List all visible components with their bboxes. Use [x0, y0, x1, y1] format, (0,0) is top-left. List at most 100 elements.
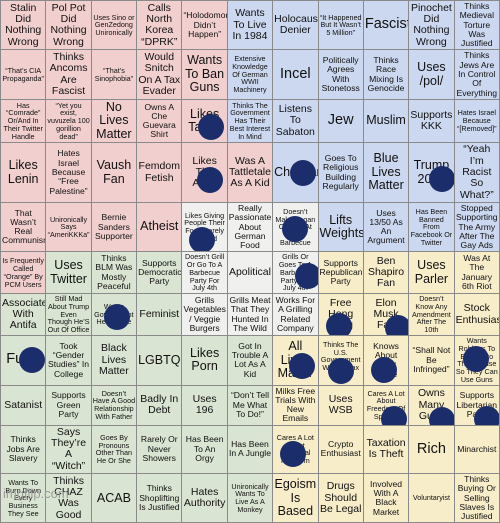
bingo-cell[interactable]: Uses Parler [408, 251, 455, 295]
bingo-cell[interactable]: Knows About Ruby Ridge [362, 335, 410, 386]
bingo-cell[interactable]: Was At The January 6th Riot [453, 251, 500, 295]
bingo-cell[interactable]: Wants To Live In 1984 [226, 0, 274, 51]
bingo-cell[interactable]: Thinks Jobs Are Slavery [0, 424, 47, 475]
bingo-cell[interactable]: Rich [408, 424, 455, 475]
bingo-cell[interactable]: Fascist [362, 0, 410, 51]
bingo-cell[interactable]: Has Been In A Jungle [226, 424, 274, 475]
bingo-cell[interactable]: All Lives Matter [272, 335, 319, 386]
bingo-cell[interactable]: Hates Israel Because “Free Palestine” [45, 142, 92, 203]
bingo-cell[interactable]: Supports Republican Party [317, 251, 364, 295]
bingo-cell[interactable]: Satanist [0, 384, 47, 426]
bingo-cell[interactable]: Elon Musk Fan [362, 293, 410, 337]
bingo-cell[interactable]: Goes To Religious Building Regularly [317, 142, 364, 203]
bingo-cell[interactable]: Minarchist [453, 424, 500, 475]
bingo-cell[interactable]: Pol Pot Did Nothing Wrong [45, 0, 92, 51]
bingo-cell[interactable]: “Shall Not Be Infringed” [408, 335, 455, 386]
bingo-cell[interactable]: Thinks The Government Has Their Best Int… [226, 98, 274, 144]
bingo-cell[interactable]: Would Snitch On A Tax Evader [136, 49, 183, 100]
bingo-cell[interactable]: Really Passionate About German Food [226, 201, 274, 253]
bingo-cell[interactable]: Likes Porn [181, 335, 228, 386]
bingo-cell[interactable]: Black Lives Matter [90, 335, 138, 386]
bingo-cell[interactable]: Thinks Ancoms Are Fascist [45, 49, 92, 100]
bingo-cell[interactable]: Uses 13/50 As An Argument [362, 201, 410, 253]
bingo-cell[interactable]: Uses Sino or GenZedong Unironically [90, 0, 138, 51]
bingo-cell[interactable]: Drugs Should Be Legal [317, 473, 364, 523]
bingo-cell[interactable]: Likes Giving People Their Food Barely Co… [181, 201, 228, 253]
bingo-cell[interactable]: Lifts Weights [317, 201, 364, 253]
bingo-cell[interactable]: Stopped Supporting The Army After The Ga… [453, 201, 500, 253]
bingo-cell[interactable]: Muslim [362, 98, 410, 144]
bingo-cell[interactable]: Politically Agrees With Stonetoss [317, 49, 364, 100]
bingo-cell[interactable]: Feminist [136, 293, 183, 337]
bingo-cell[interactable]: Stalin Did Nothing Wrong [0, 0, 47, 51]
bingo-cell[interactable]: ACAB [90, 473, 138, 523]
bingo-cell[interactable]: Taxation Is Theft [362, 424, 410, 475]
bingo-cell[interactable]: Atheist [136, 201, 183, 253]
bingo-cell[interactable]: Badly In Debt [136, 384, 183, 426]
bingo-cell[interactable]: Unironically Says “AmeriKKKa” [45, 201, 92, 253]
bingo-cell[interactable]: Took “Gender Studies” In College [45, 335, 92, 386]
bingo-cell[interactable]: Grills Meat That They Hunted In The Wild [226, 293, 274, 337]
bingo-cell[interactable]: Doesn’t Have A Good Relationship With Fa… [90, 384, 138, 426]
bingo-cell[interactable]: Was A Tattletale As A Kid [226, 142, 274, 203]
bingo-cell[interactable]: Thinks Medieval Torture Was Justified [453, 0, 500, 51]
bingo-cell[interactable]: “That’s CIA Propaganda” [0, 49, 47, 100]
bingo-cell[interactable]: Cares A Lot About Freedom Of Speech [362, 384, 410, 426]
bingo-cell[interactable]: Grills Or Goes To A Barbecue Party For J… [272, 251, 319, 295]
bingo-cell[interactable]: LGBTQ [136, 335, 183, 386]
bingo-cell[interactable]: Has Been Banned From Facebook Or Twitter [408, 201, 455, 253]
bingo-cell[interactable]: Has “Comrade” Or/And In Their Twitter Ha… [0, 98, 47, 144]
bingo-cell[interactable]: Unironically Wants To Live As A Monkey [226, 473, 274, 523]
bingo-cell[interactable]: Vaush Fan [90, 142, 138, 203]
bingo-cell[interactable]: Doesn’t Grill Or Go To A Barbecue Party … [181, 251, 228, 295]
bingo-cell[interactable]: “Yet you exist, vuvuzela 100 gorillion d… [45, 98, 92, 144]
bingo-cell[interactable]: Supports Libertarian Party [453, 384, 500, 426]
bingo-cell[interactable]: Uses Twitter [45, 251, 92, 295]
bingo-cell[interactable]: Thinks Shoplifting Is Justified [136, 473, 183, 523]
bingo-cell[interactable]: Hates Israel Because “[Removed]” [453, 98, 500, 144]
bingo-cell[interactable]: Uses WSB [317, 384, 364, 426]
bingo-cell[interactable]: Free Hong Kong [317, 293, 364, 337]
bingo-cell[interactable]: Wants Government Healthcare [90, 293, 138, 337]
bingo-cell[interactable]: Blue Lives Matter [362, 142, 410, 203]
bingo-cell[interactable]: Stock Enthusiast [453, 293, 500, 337]
bingo-cell[interactable]: Rarely Or Never Showers [136, 424, 183, 475]
bingo-cell[interactable]: Wants Robbers To Break Into Their House … [453, 335, 500, 386]
bingo-cell[interactable]: Wants To Ban Guns [181, 49, 228, 100]
bingo-cell[interactable]: “Holodomor Didn’t Happen” [181, 0, 228, 51]
bingo-cell[interactable]: Uses 196 [181, 384, 228, 426]
bingo-cell[interactable]: Thinks Jews Are In Control Of Everything [453, 49, 500, 100]
bingo-cell[interactable]: Voluntaryist [408, 473, 455, 523]
bingo-cell[interactable]: Trump 2024 [408, 142, 455, 203]
bingo-cell[interactable]: Milks Free Trials With New Emails [272, 384, 319, 426]
bingo-cell[interactable]: Involved With A Black Market [362, 473, 410, 523]
bingo-cell[interactable]: Thinks Race Mixing Is Genocide [362, 49, 410, 100]
bingo-cell[interactable]: Crypto Enthusiast [317, 424, 364, 475]
bingo-cell[interactable]: Hates Authority [181, 473, 228, 523]
bingo-cell[interactable]: That Wasn’t Real Communism [0, 201, 47, 253]
bingo-cell[interactable]: Christian [272, 142, 319, 203]
bingo-cell[interactable]: Got In Trouble A Lot As A Kid [226, 335, 274, 386]
bingo-cell[interactable]: Is Frequently Called “Orange” By PCM Use… [0, 251, 47, 295]
bingo-cell[interactable]: Listens To Sabaton [272, 98, 319, 144]
bingo-cell[interactable]: Owns A Che Guevara Shirt [136, 98, 183, 144]
bingo-cell[interactable]: Thinks BLM Was Mostly Peaceful [90, 251, 138, 295]
bingo-cell[interactable]: “Don’t Tell Me What To Do!” [226, 384, 274, 426]
bingo-cell[interactable]: Holocaust Denier [272, 0, 319, 51]
bingo-cell[interactable]: Bernie Sanders Supporter [90, 201, 138, 253]
bingo-cell[interactable]: Doesn’t Know Any Amendment After The 10t… [408, 293, 455, 337]
bingo-cell[interactable]: Thinks Buying Or Selling Slaves Is Justi… [453, 473, 500, 523]
bingo-cell[interactable]: Doesn’t Make Vegan Options At The Barbec… [272, 201, 319, 253]
bingo-cell[interactable]: Owns Many Guns [408, 384, 455, 426]
bingo-cell[interactable]: “That’s Sinophobia” [90, 49, 138, 100]
bingo-cell[interactable]: Associates With Antifa [0, 293, 47, 337]
bingo-cell[interactable]: Femdom Fetish [136, 142, 183, 203]
bingo-cell[interactable]: Likes The Army [181, 142, 228, 203]
bingo-cell[interactable]: Uses /pol/ [408, 49, 455, 100]
bingo-cell[interactable]: Ben Shapiro Fan [362, 251, 410, 295]
bingo-cell[interactable]: Incel [272, 49, 319, 100]
bingo-cell[interactable]: Apolitical [226, 251, 274, 295]
bingo-cell[interactable]: Furry [0, 335, 47, 386]
bingo-cell[interactable]: Works For A Grilling Related Company [272, 293, 319, 337]
bingo-cell[interactable]: Grills Vegetables / Veggie Burgers [181, 293, 228, 337]
